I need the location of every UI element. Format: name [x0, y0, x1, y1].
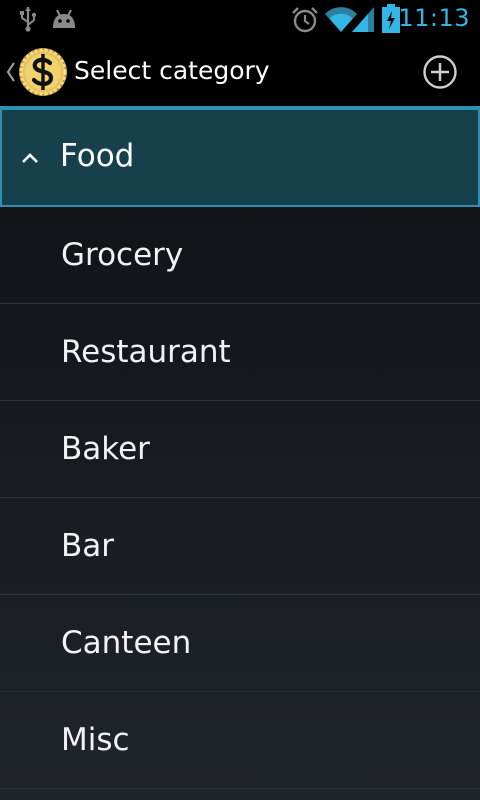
status-time: 11:13: [398, 4, 470, 32]
usb-icon: [20, 7, 37, 32]
category-item-label: Restaurant: [61, 334, 231, 370]
screen: 11:13 Select category Food Grocery Resta…: [0, 0, 480, 800]
action-bar: Select category: [0, 38, 480, 106]
category-item-label: Grocery: [61, 237, 184, 273]
category-group-label: Food: [60, 138, 135, 174]
add-category-button[interactable]: [420, 52, 460, 92]
category-item-canteen[interactable]: Canteen: [0, 595, 480, 692]
alarm-icon: [292, 7, 318, 33]
category-item-restaurant[interactable]: Restaurant: [0, 304, 480, 401]
category-item-label: Canteen: [61, 625, 192, 661]
chevron-left-icon[interactable]: [4, 58, 16, 86]
signal-icon: [352, 7, 374, 32]
category-group-food[interactable]: Food: [0, 110, 480, 207]
chevron-up-icon: [22, 153, 38, 163]
status-bar: 11:13: [0, 0, 480, 38]
category-item-label: Baker: [61, 431, 150, 467]
category-item-misc[interactable]: Misc: [0, 692, 480, 789]
category-list: Food Grocery Restaurant Baker Bar Cantee…: [0, 110, 480, 789]
android-debug-icon: [53, 9, 75, 28]
category-item-label: Bar: [61, 528, 115, 564]
category-item-baker[interactable]: Baker: [0, 401, 480, 498]
category-item-label: Misc: [61, 722, 130, 758]
page-title: Select category: [74, 56, 270, 85]
category-item-bar[interactable]: Bar: [0, 498, 480, 595]
category-item-grocery[interactable]: Grocery: [0, 207, 480, 304]
dollar-coin-icon[interactable]: [18, 47, 68, 97]
add-circle-icon: [423, 55, 457, 89]
